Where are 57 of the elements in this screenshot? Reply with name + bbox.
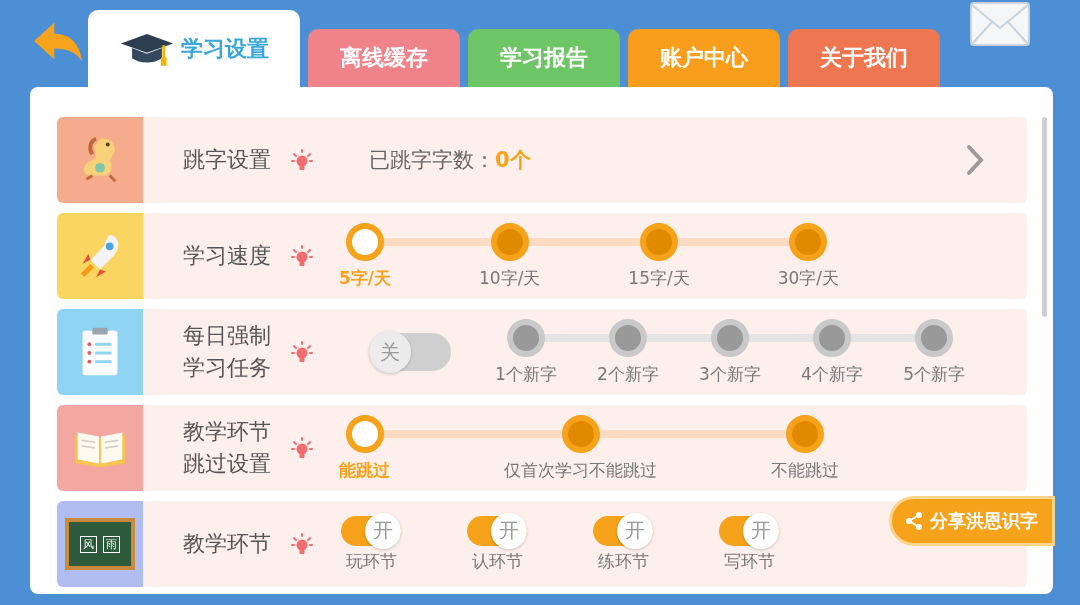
scrollbar[interactable]: [1042, 117, 1047, 317]
toggle-label: 玩环节: [345, 549, 397, 573]
setting-title: 跳字设置: [183, 146, 272, 175]
toggle-switch[interactable]: 开: [593, 515, 653, 546]
step-label: 10字/天: [479, 266, 541, 290]
step-dot[interactable]: [345, 414, 384, 453]
step-label: 1个新字: [495, 362, 557, 386]
skipped-count-value: 0个: [495, 147, 531, 174]
toggle-switch[interactable]: 关: [369, 333, 451, 371]
tab[interactable]: 账户中心: [628, 29, 780, 87]
setting-title: 每日强制学习任务: [183, 322, 272, 382]
skipped-count-label: 已跳字字数：: [369, 147, 495, 174]
lightbulb-icon[interactable]: [290, 436, 315, 460]
toggle-switch[interactable]: 开: [341, 515, 401, 546]
lightbulb-icon[interactable]: [290, 244, 315, 268]
toggle-label: 写环节: [723, 549, 775, 573]
step-dot[interactable]: [608, 318, 647, 357]
lightbulb-icon[interactable]: [290, 340, 315, 364]
setting-title: 学习速度: [183, 242, 272, 271]
chalkboard-character: 雨: [103, 535, 120, 553]
tab[interactable]: 离线缓存: [308, 29, 460, 87]
step-label: 不能跳过: [771, 458, 839, 482]
step-dot[interactable]: [786, 414, 824, 453]
lightbulb-icon[interactable]: [290, 532, 315, 556]
chevron-right-icon[interactable]: [965, 143, 985, 177]
step-dot[interactable]: [789, 222, 828, 261]
setting-title: 教学环节跳过设置: [183, 418, 272, 478]
step-label: 5个新字: [903, 362, 965, 386]
step-dot[interactable]: [915, 318, 954, 357]
tab[interactable]: 学习报告: [468, 29, 620, 87]
toggle-switch[interactable]: 开: [467, 515, 527, 546]
step-label: 15字/天: [628, 266, 690, 290]
step-dot[interactable]: [640, 222, 678, 261]
step-dot[interactable]: [490, 222, 529, 261]
tab[interactable]: 学习设置: [88, 10, 300, 87]
envelope-icon[interactable]: [970, 1, 1030, 47]
step-label: 30字/天: [777, 266, 839, 290]
step-dot[interactable]: [346, 222, 384, 261]
lightbulb-icon[interactable]: [290, 148, 315, 172]
step-label: 5字/天: [339, 266, 392, 290]
step-dot[interactable]: [561, 414, 600, 453]
step-label: 3个新字: [699, 362, 761, 386]
step-dot[interactable]: [710, 318, 749, 357]
toggle-switch[interactable]: 开: [719, 515, 779, 546]
toggle-label: 认环节: [471, 549, 523, 573]
step-dot[interactable]: [813, 318, 851, 357]
step-label: 能跳过: [339, 458, 390, 482]
setting-title: 教学环节: [183, 530, 272, 559]
share-button[interactable]: 分享洪恩识字: [889, 496, 1055, 546]
toggle-label: 练环节: [597, 549, 649, 573]
tab[interactable]: 关于我们: [788, 29, 940, 87]
share-icon: [904, 511, 924, 531]
step-label: 2个新字: [597, 362, 659, 386]
step-label: 仅首次学习不能跳过: [504, 458, 657, 482]
chalkboard-character: 风: [80, 535, 97, 553]
step-dot[interactable]: [506, 318, 545, 357]
step-label: 4个新字: [801, 362, 863, 386]
